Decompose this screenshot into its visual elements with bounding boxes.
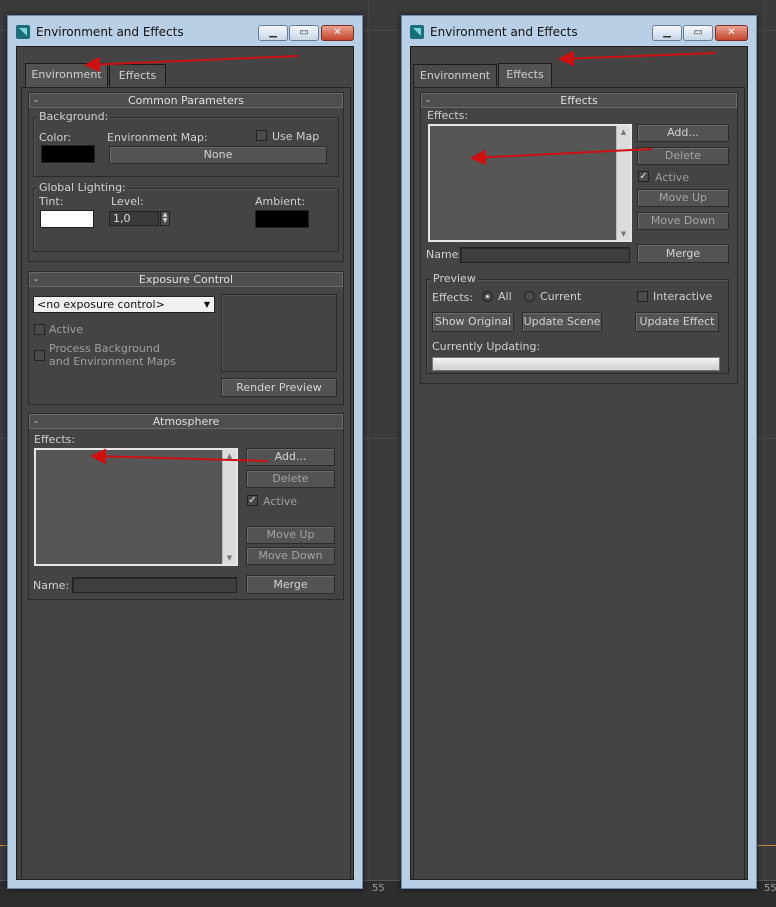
annotation-arrow (470, 148, 653, 166)
annotation-arrows (84, 50, 717, 465)
annotation-arrow (558, 50, 717, 67)
annotation-arrow (84, 55, 299, 73)
annotation-arrow (90, 448, 269, 465)
